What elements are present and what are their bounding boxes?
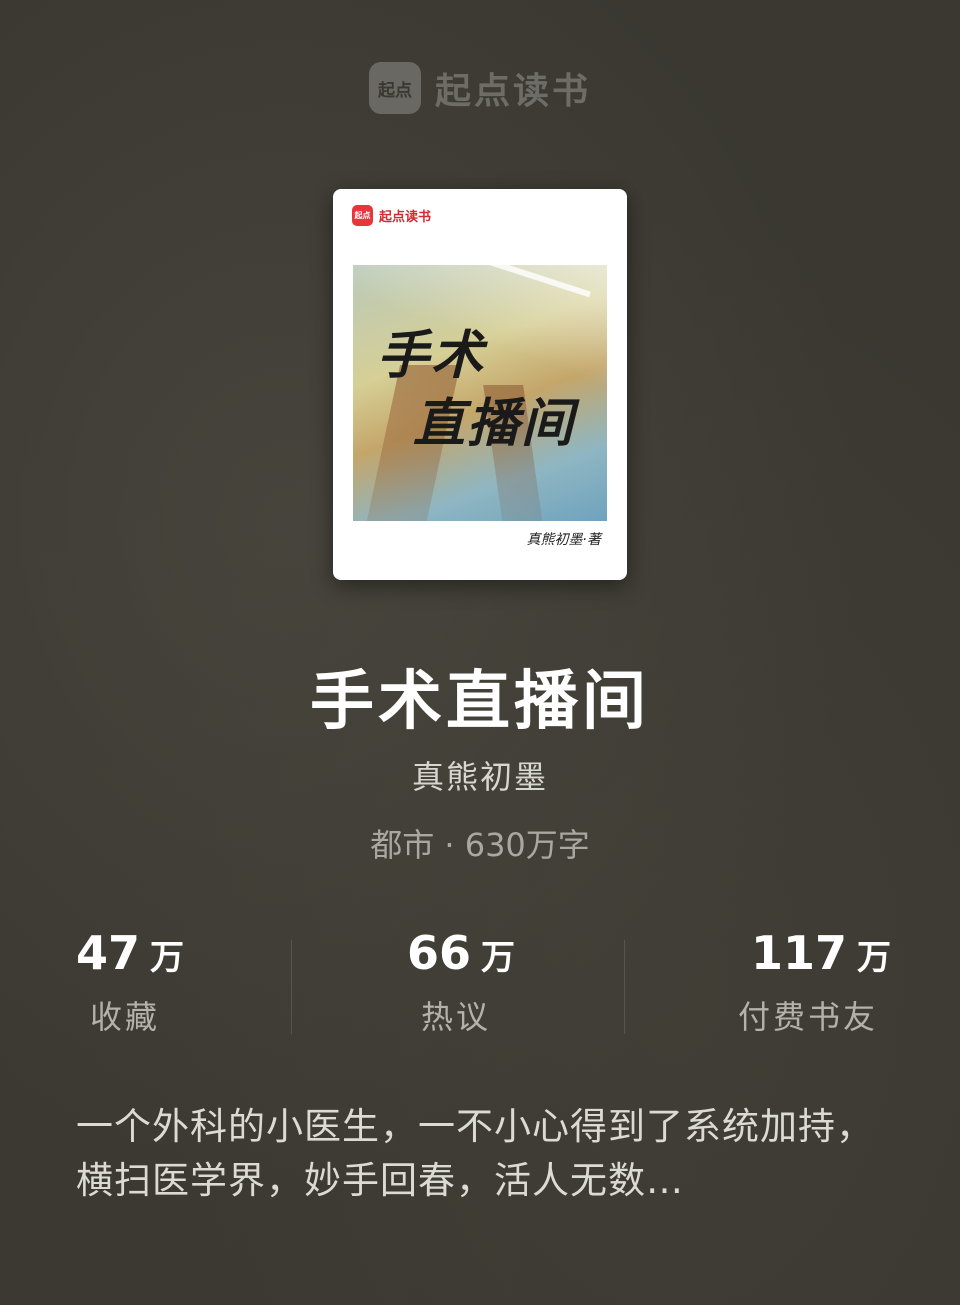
stat-divider: [624, 940, 625, 1034]
cover-title-line-1: 手术: [377, 325, 486, 386]
stat-discussions-value: 66: [407, 926, 472, 980]
stat-paid-readers-label: 付费书友: [738, 998, 879, 1036]
book-description: 一个外科的小医生，一不小心得到了系统加持，横扫医学界，妙手回春，活人无数…: [76, 1105, 874, 1202]
cover-artwork: 手术 直播间: [353, 265, 607, 521]
cover-author-signature: 真熊初墨·著: [526, 532, 601, 548]
cover-logo-icon: 起点: [352, 205, 373, 226]
qidian-logo-icon: 起点: [368, 62, 421, 114]
stat-discussions: 66 万 热议: [407, 926, 587, 1038]
cover-title-line-2: 直播间: [413, 393, 576, 454]
stat-discussions-label: 热议: [421, 998, 492, 1036]
stat-paid-readers: 117 万 付费书友: [738, 926, 918, 1038]
brand-name: 起点读书: [434, 71, 591, 112]
stat-favorites-value: 47: [76, 926, 141, 980]
stat-favorites: 47 万 收藏: [76, 926, 256, 1038]
stat-paid-readers-unit: 万: [857, 938, 892, 978]
book-meta: 都市 · 630万字: [370, 826, 590, 864]
stat-favorites-unit: 万: [150, 938, 185, 978]
stat-divider: [291, 940, 292, 1034]
stat-favorites-label: 收藏: [90, 998, 161, 1036]
stat-discussions-unit: 万: [481, 938, 516, 978]
app-brand-header: 起点 起点读书: [0, 62, 960, 114]
stat-paid-readers-value: 117: [751, 926, 848, 980]
book-author[interactable]: 真熊初墨: [0, 752, 960, 798]
cover-brand: 起点 起点读书: [352, 205, 431, 226]
book-cover[interactable]: 起点 起点读书 手术 直播间 真熊初墨·著: [333, 189, 627, 580]
cover-brand-name: 起点读书: [379, 210, 432, 225]
book-title: 手术直播间: [310, 665, 650, 739]
